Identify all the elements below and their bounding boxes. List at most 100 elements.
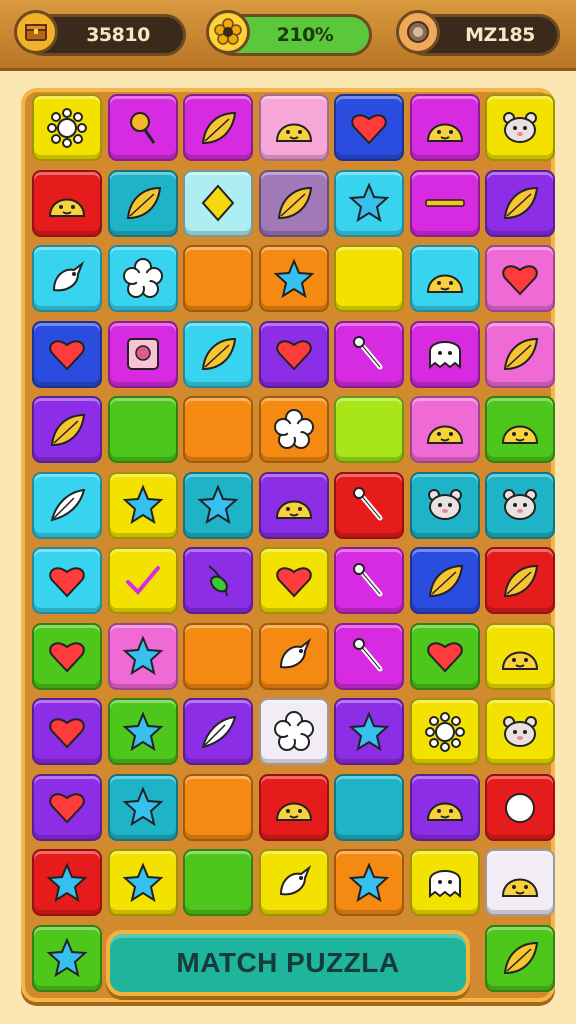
flower-icon	[271, 407, 317, 453]
tile-yellow-sun[interactable]	[32, 94, 102, 161]
tile-purple-face[interactable]	[258, 471, 329, 539]
match-button-label: MATCH PUZZLA	[176, 947, 400, 978]
tile-magenta-leaf[interactable]	[183, 94, 253, 161]
tile-green-star[interactable]	[32, 924, 102, 992]
check-icon	[120, 558, 166, 604]
tile-cyan-leaf[interactable]	[183, 320, 253, 388]
face-icon	[422, 784, 468, 830]
tile-green[interactable]	[107, 396, 178, 463]
tile-pink-face[interactable]	[409, 396, 480, 463]
tile-blue-leaf[interactable]	[409, 547, 480, 614]
tile-orange-flower[interactable]	[258, 396, 329, 463]
tile-teal[interactable]	[334, 773, 404, 841]
tile-yellow-bear[interactable]	[485, 94, 555, 161]
tile-yellow-face[interactable]	[485, 622, 555, 690]
match-puzzle-button[interactable]: MATCH PUZZLA	[106, 930, 470, 996]
tile-purple-heart[interactable]	[258, 320, 329, 388]
tile-orange-star[interactable]	[334, 849, 404, 916]
star-icon	[120, 709, 166, 755]
tile-magenta-face[interactable]	[409, 94, 480, 161]
tile-white-flower[interactable]	[258, 698, 329, 765]
tile-purple-sprout[interactable]	[183, 547, 253, 614]
leaf-icon	[497, 935, 543, 981]
tile-green-heart[interactable]	[409, 622, 480, 690]
bar-icon	[422, 180, 468, 226]
tile-teal-star[interactable]	[107, 773, 178, 841]
tile-purple-heart[interactable]	[32, 773, 102, 841]
tile-paleblue-diamond[interactable]	[183, 169, 253, 237]
tile-orange-bird[interactable]	[258, 622, 329, 690]
tile-yellow-sun[interactable]	[409, 698, 480, 765]
tile-purple-face[interactable]	[409, 773, 480, 841]
tile-red-leaf[interactable]	[485, 547, 555, 614]
tile-cyan-heart[interactable]	[32, 547, 102, 614]
tile-orange[interactable]	[183, 773, 253, 841]
face-icon	[271, 482, 317, 528]
tile-lightpink-face[interactable]	[258, 94, 329, 161]
tile-purple-heart[interactable]	[32, 698, 102, 765]
lollipop-icon	[120, 105, 166, 151]
tile-pink-leaf[interactable]	[485, 320, 555, 388]
tile-yellow-star[interactable]	[107, 849, 178, 916]
tile-magenta-stick[interactable]	[334, 547, 404, 614]
face-icon	[44, 180, 90, 226]
stick-icon	[346, 482, 392, 528]
tile-blue-heart[interactable]	[334, 94, 404, 161]
flower-icon	[271, 709, 317, 755]
tile-green[interactable]	[183, 849, 253, 916]
tile-green-face[interactable]	[485, 396, 555, 463]
tile-teal-leaf[interactable]	[107, 169, 178, 237]
tile-yellow-star[interactable]	[107, 471, 178, 539]
tile-green-leaf[interactable]	[485, 924, 555, 992]
tile-magenta-stick[interactable]	[334, 622, 404, 690]
tile-lime[interactable]	[334, 396, 404, 463]
tile-cyan-star[interactable]	[334, 169, 404, 237]
tile-green-star[interactable]	[107, 698, 178, 765]
tile-magenta-lollipop[interactable]	[107, 94, 178, 161]
tile-green-heart[interactable]	[32, 622, 102, 690]
tile-purple-leaf[interactable]	[32, 396, 102, 463]
tile-purple-feather[interactable]	[183, 698, 253, 765]
tile-red-stick[interactable]	[334, 471, 404, 539]
tile-orange-star[interactable]	[258, 245, 329, 312]
tile-yellow[interactable]	[334, 245, 404, 312]
tile-cyan-bird[interactable]	[32, 245, 102, 312]
tile-yellow-bird[interactable]	[258, 849, 329, 916]
tile-magenta-ghost[interactable]	[409, 320, 480, 388]
stick-icon	[346, 331, 392, 377]
tile-magenta-stick[interactable]	[334, 320, 404, 388]
tile-magenta-bar[interactable]	[409, 169, 480, 237]
star-icon	[195, 482, 241, 528]
tile-yellow-ghost[interactable]	[409, 849, 480, 916]
tile-red-star[interactable]	[32, 849, 102, 916]
sun-icon	[422, 709, 468, 755]
tile-red-face[interactable]	[32, 169, 102, 237]
star-icon	[44, 860, 90, 906]
tile-white-face[interactable]	[485, 849, 555, 916]
tile-teal-star[interactable]	[183, 471, 253, 539]
tile-yellow-bear[interactable]	[485, 698, 555, 765]
ghost-icon	[422, 331, 468, 377]
tile-red-ball[interactable]	[485, 773, 555, 841]
tile-pink-heart[interactable]	[485, 245, 555, 312]
heart-icon	[44, 558, 90, 604]
tile-pink-star[interactable]	[107, 622, 178, 690]
tile-orange[interactable]	[183, 396, 253, 463]
tile-orange[interactable]	[183, 622, 253, 690]
tile-blue-heart[interactable]	[32, 320, 102, 388]
leaf-icon	[497, 558, 543, 604]
tile-yellow-check[interactable]	[107, 547, 178, 614]
tile-cyan-flower[interactable]	[107, 245, 178, 312]
tile-yellow-heart[interactable]	[258, 547, 329, 614]
tile-cyan-face[interactable]	[409, 245, 480, 312]
tile-cyan-feather[interactable]	[32, 471, 102, 539]
face-icon	[422, 105, 468, 151]
tile-purple-star[interactable]	[334, 698, 404, 765]
tile-teal-bear[interactable]	[485, 471, 555, 539]
tile-purple-leaf[interactable]	[485, 169, 555, 237]
tile-orange[interactable]	[183, 245, 253, 312]
tile-teal-bear[interactable]	[409, 471, 480, 539]
tile-red-face[interactable]	[258, 773, 329, 841]
tile-mauve-leaf[interactable]	[258, 169, 329, 237]
tile-magenta-box[interactable]	[107, 320, 178, 388]
